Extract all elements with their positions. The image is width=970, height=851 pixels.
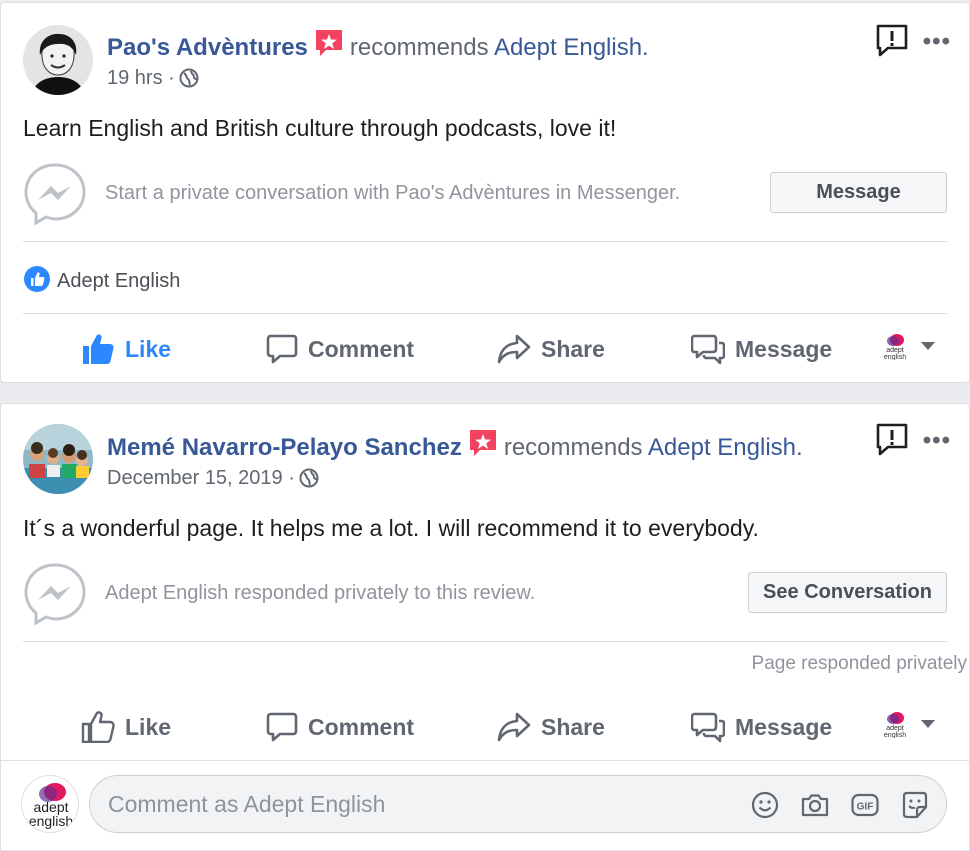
emoji-icon[interactable] [750,790,780,820]
divider [23,313,947,314]
review-text: It´s a wonderful page. It helps me a lot… [23,515,759,541]
page-link[interactable]: Adept English. [494,34,649,61]
report-icon[interactable] [875,422,909,456]
comment-input[interactable] [108,776,728,832]
messenger-prompt: Start a private conversation with Pao's … [105,182,681,204]
recommend-badge-icon [314,28,344,65]
message-icon [691,334,725,365]
author-name[interactable]: Pao's Advèntures [107,34,308,61]
see-conversation-button[interactable]: See Conversation [748,572,947,613]
svg-text:adept: adept [886,725,904,732]
gif-icon[interactable]: GIF [850,790,880,820]
acting-as-selector[interactable]: adept english [881,332,935,360]
recommend-badge-icon [468,428,498,465]
review-card: Memé Navarro-Pelayo Sanchez recommends Ad… [0,403,970,851]
share-button[interactable]: Share [497,324,605,374]
timestamp[interactable]: December 15, 2019 [107,467,283,489]
composer-avatar[interactable]: adept english [21,775,79,833]
composer-tools: GIF [750,790,930,820]
comment-box: GIF [89,775,947,833]
more-icon[interactable]: ••• [923,28,951,56]
like-label: Like [125,335,172,362]
comment-icon [266,334,298,364]
message-label: Message [735,713,833,740]
like-icon [83,334,114,364]
acting-as-selector[interactable]: adept english [881,710,935,738]
comment-button[interactable]: Comment [266,324,414,374]
messenger-icon [23,162,87,226]
review-header: Pao's Advèntures recommends Adept English… [107,28,649,65]
reaction-name: Adept English [57,270,181,292]
like-icon [81,711,115,743]
adept-english-logo-icon: adeptenglish [884,334,906,360]
responded-note: Page responded privately [751,653,967,674]
page-link[interactable]: Adept English. [648,434,803,461]
report-icon[interactable] [875,23,909,57]
message-label: Message [735,335,833,362]
review-text: Learn English and British culture throug… [23,115,617,141]
comment-label: Comment [308,335,415,362]
message-icon [691,712,725,743]
svg-text:adept: adept [886,347,904,354]
messenger-icon [23,562,87,626]
like-label: Like [125,713,172,740]
recommends-text: recommends [503,434,643,461]
like-button[interactable]: Like [81,702,171,752]
comment-icon [266,712,298,742]
timestamp[interactable]: 19 hrs [107,67,163,89]
more-icon[interactable]: ••• [923,427,951,455]
recommends-text: recommends [349,34,489,61]
chevron-down-icon [921,342,935,350]
chevron-down-icon [921,720,935,728]
globe-icon [299,468,319,494]
divider [23,641,947,642]
author-name[interactable]: Memé Navarro-Pelayo Sanchez [107,434,462,461]
svg-text:GIF: GIF [857,802,874,813]
review-meta: December 15, 2019 · [107,467,319,494]
camera-icon[interactable] [800,790,830,820]
like-reaction-icon [23,265,51,299]
message-button[interactable]: Message [770,172,947,213]
messenger-row: Start a private conversation with Pao's … [23,162,947,226]
author-avatar[interactable] [23,424,93,494]
meta-separator: · [168,67,175,89]
logo-text-line2: english [29,813,73,829]
review-header: Memé Navarro-Pelayo Sanchez recommends Ad… [107,428,803,465]
meta-separator: · [288,467,295,489]
share-label: Share [541,713,605,740]
like-button[interactable]: Like [81,324,171,374]
share-icon [497,712,531,742]
svg-text:english: english [884,732,906,738]
author-avatar[interactable] [23,25,93,95]
message-action-button[interactable]: Message [691,324,832,374]
sticker-icon[interactable] [900,790,930,820]
share-button[interactable]: Share [497,702,605,752]
comment-composer: adeptenglish GIF [1,760,969,850]
svg-text:english: english [884,354,906,360]
review-meta: 19 hrs · [107,67,199,94]
reactions-summary[interactable]: Adept English [23,265,180,299]
messenger-row: Adept English responded privately to thi… [23,562,947,626]
comment-button[interactable]: Comment [266,702,414,752]
review-card: Pao's Advèntures recommends Adept English… [0,2,970,383]
messenger-status: Adept English responded privately to thi… [105,582,536,604]
action-bar: Like Comment Share Message adept english [23,324,947,374]
message-action-button[interactable]: Message [691,702,832,752]
action-bar: Like Comment Share Message adept english [23,702,947,752]
comment-label: Comment [308,713,415,740]
adept-english-logo-icon: adeptenglish [884,712,906,738]
globe-icon [179,68,199,94]
divider [23,241,947,242]
share-icon [497,334,531,364]
share-label: Share [541,335,605,362]
